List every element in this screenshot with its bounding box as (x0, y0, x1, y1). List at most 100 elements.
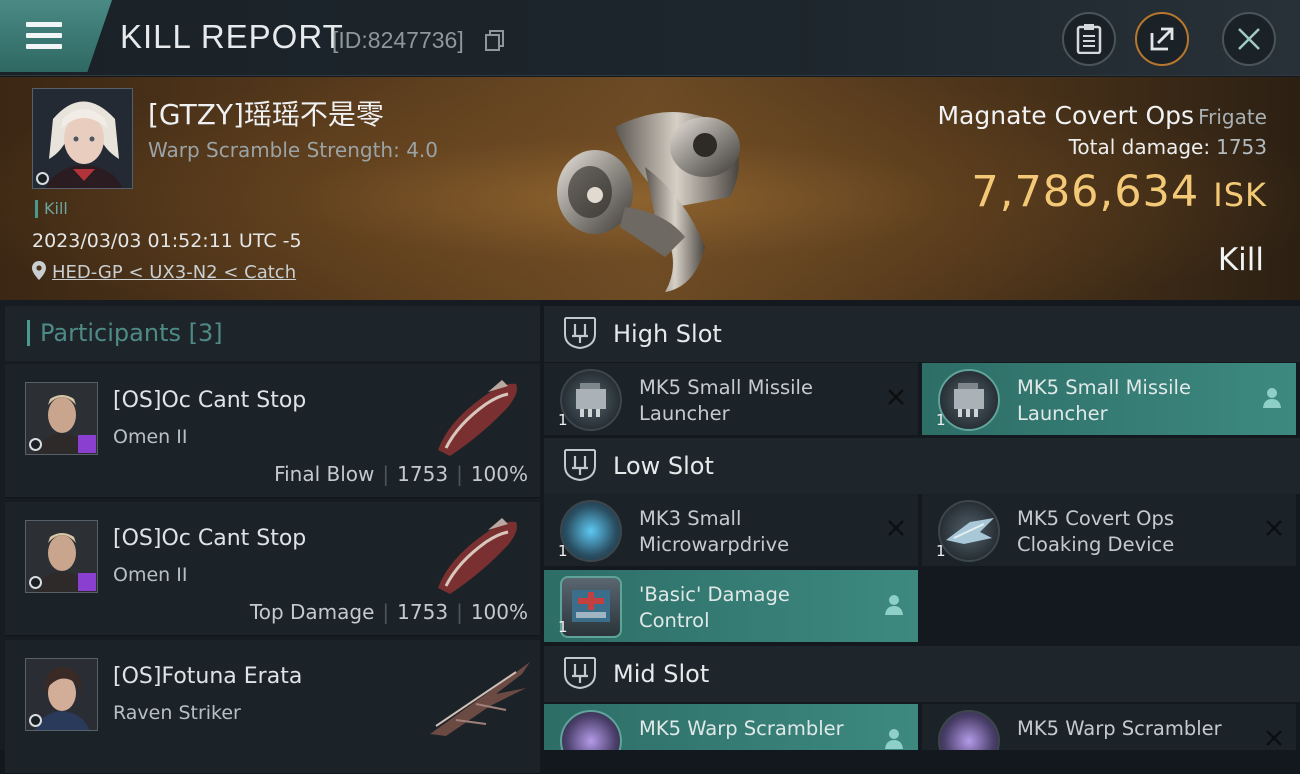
high-slot-icon (564, 317, 596, 350)
high-slot-header: High Slot (544, 306, 1300, 362)
participant-percent: 100% (470, 600, 528, 624)
victim-name[interactable]: [GTZY]瑶瑶不是零 (148, 93, 384, 133)
mid-slot-icon (564, 657, 596, 690)
rank-badge-icon (78, 573, 96, 591)
corp-badge-icon (36, 172, 49, 185)
victim-ship[interactable]: Magnate Covert Ops Frigate (937, 101, 1267, 130)
corp-badge-icon (29, 576, 42, 589)
module-item[interactable]: 1 MK3 Small Microwarpdrive (544, 494, 918, 566)
missile-launcher-icon (938, 369, 1000, 431)
participant-stats: Final Blow | 1753 | 100% (274, 462, 528, 486)
module-item[interactable]: MK5 Warp Scrambler (922, 704, 1296, 750)
close-button[interactable] (1222, 12, 1276, 66)
isk-value: 7,786,634 ISK (971, 167, 1267, 217)
location-pin-icon (32, 261, 46, 280)
page-title: KILL REPORT (120, 18, 344, 55)
portrait-image (33, 89, 132, 188)
share-icon (1150, 27, 1174, 51)
participant-ship-image (438, 380, 517, 456)
participants-header: Participants [3] (5, 306, 540, 361)
module-item[interactable]: 1 MK5 Small Missile Launcher (922, 363, 1296, 435)
module-quantity: 1 (936, 411, 946, 429)
participant-row[interactable]: [OS]Oc Cant Stop Omen II Top Damage | 1753… (5, 502, 540, 636)
destroyed-icon (888, 389, 904, 405)
module-item[interactable]: 1 'Basic' Damage Control (544, 570, 918, 642)
participant-avatar[interactable] (25, 658, 98, 731)
victim-avatar[interactable] (32, 88, 133, 189)
isk-unit: ISK (1213, 176, 1267, 214)
participant-name: [OS]Fotuna Erata (113, 664, 303, 689)
share-button[interactable] (1135, 12, 1189, 66)
total-damage-value: 1753 (1216, 135, 1267, 159)
warp-scramble-strength: Warp Scramble Strength: 4.0 (148, 138, 439, 162)
close-icon (1238, 28, 1260, 50)
damage-control-icon (560, 576, 622, 638)
cloaking-device-icon (938, 500, 1000, 562)
destroyed-icon (888, 520, 904, 536)
report-id: [ID:8247736] (332, 27, 464, 53)
participant-role: Top Damage (249, 600, 375, 624)
destroyed-icon (1266, 730, 1282, 746)
participant-ship: Omen II (113, 564, 188, 586)
participant-row[interactable]: [OS]Fotuna Erata Raven Striker (5, 640, 540, 774)
kill-tag: Kill (35, 200, 68, 218)
total-damage-label: Total damage: (1068, 135, 1211, 159)
missile-launcher-icon (560, 369, 622, 431)
module-quantity: 1 (558, 542, 568, 560)
location-link[interactable]: HED-GP < UX3-N2 < Catch (52, 262, 296, 283)
dropped-person-icon (885, 729, 903, 749)
module-item[interactable]: MK5 Warp Scrambler (544, 704, 918, 750)
participant-damage: 1753 (397, 462, 449, 486)
mid-slot-label: Mid Slot (613, 660, 710, 688)
warp-scrambler-icon (560, 710, 622, 750)
participant-ship: Omen II (113, 426, 188, 448)
module-item[interactable]: 1 MK5 Small Missile Launcher (544, 363, 918, 435)
fitting-panel: High Slot 1 MK5 Small Missile Launcher 1… (540, 300, 1300, 750)
victim-ship-image (557, 112, 740, 292)
hamburger-icon (26, 22, 62, 55)
participants-count: [3] (188, 319, 223, 347)
participant-ship: Raven Striker (113, 702, 241, 724)
corp-badge-icon (29, 438, 42, 451)
participant-percent: 100% (470, 462, 528, 486)
kill-datetime: 2023/03/03 01:52:11 UTC -5 (32, 230, 302, 252)
participant-name: [OS]Oc Cant Stop (113, 388, 307, 413)
participant-name: [OS]Oc Cant Stop (113, 526, 307, 551)
module-item[interactable]: 1 MK5 Covert Ops Cloaking Device (922, 494, 1296, 566)
module-name: MK5 Warp Scrambler (639, 717, 844, 740)
module-name: MK5 Covert Ops Cloaking Device (1017, 507, 1175, 556)
top-bar: KILL REPORT [ID:8247736] (0, 0, 1300, 76)
participants-panel: Participants [3] [OS]Oc Cant Stop Omen I… (0, 300, 540, 774)
module-name: MK5 Small Missile Launcher (1017, 376, 1191, 425)
participant-damage: 1753 (397, 600, 449, 624)
low-slot-icon (564, 449, 596, 482)
kill-location[interactable]: HED-GP < UX3-N2 < Catch (32, 261, 296, 283)
result-label: Kill (1217, 242, 1264, 278)
isk-amount: 7,786,634 (971, 167, 1200, 217)
menu-button[interactable] (0, 0, 112, 72)
participant-avatar[interactable] (25, 520, 98, 593)
clipboard-button[interactable] (1062, 12, 1116, 66)
warp-scrambler-icon (938, 710, 1000, 750)
participants-label: Participants [3] (27, 320, 223, 346)
low-slot-header: Low Slot (544, 438, 1300, 494)
clipboard-icon (1076, 24, 1102, 54)
corp-badge-icon (29, 714, 42, 727)
dropped-person-icon (1263, 388, 1281, 408)
participant-ship-image (438, 518, 517, 594)
microwarpdrive-icon (560, 500, 622, 562)
module-quantity: 1 (558, 618, 568, 636)
destroyed-icon (1266, 520, 1282, 536)
ship-name: Magnate Covert Ops (937, 101, 1195, 130)
participant-ship-image (430, 662, 530, 736)
module-name: MK3 Small Microwarpdrive (639, 507, 790, 556)
participant-avatar[interactable] (25, 382, 98, 455)
ship-class: Frigate (1198, 105, 1267, 129)
module-quantity: 1 (936, 542, 946, 560)
module-name: MK5 Warp Scrambler (1017, 717, 1222, 740)
dropped-person-icon (885, 595, 903, 615)
participant-row[interactable]: [OS]Oc Cant Stop Omen II Final Blow | 1753… (5, 364, 540, 498)
copy-icon[interactable] (485, 30, 505, 52)
low-slot-label: Low Slot (613, 452, 714, 480)
rank-badge-icon (78, 435, 96, 453)
